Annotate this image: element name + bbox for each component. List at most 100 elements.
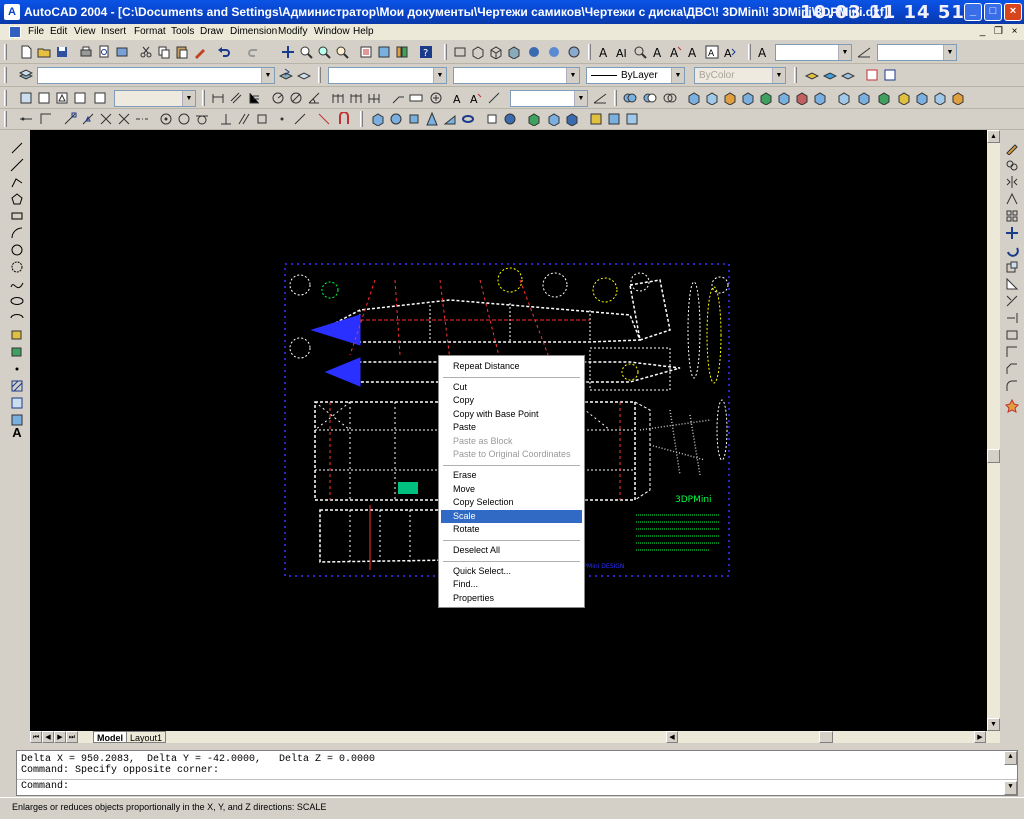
viewport-clip-icon[interactable] (92, 90, 108, 106)
apparent-intersection-icon[interactable] (116, 111, 132, 127)
cut-icon[interactable] (138, 44, 154, 60)
offset-icon[interactable] (1004, 191, 1020, 207)
trim-icon[interactable] (1004, 293, 1020, 309)
text-style-combo[interactable]: ▼ (775, 44, 852, 61)
3d-section-icon[interactable] (546, 111, 562, 127)
revision-cloud-icon[interactable] (9, 259, 25, 275)
aligned-dim-icon[interactable] (228, 90, 244, 106)
polygon-icon[interactable] (9, 191, 25, 207)
intersect-icon[interactable] (662, 90, 678, 106)
toolbar-grip[interactable] (202, 90, 205, 106)
minimize-button[interactable]: _ (964, 3, 982, 21)
toolbar-grip[interactable] (444, 44, 447, 60)
perpendicular-icon[interactable] (218, 111, 234, 127)
endpoint-icon[interactable] (62, 111, 78, 127)
color-combo[interactable]: ▼ (328, 67, 447, 84)
close-button[interactable]: × (1004, 3, 1022, 21)
zoom-previous-icon[interactable] (334, 44, 350, 60)
menu-item-repeat-distance[interactable]: Repeat Distance (441, 360, 582, 373)
quick-dim-icon[interactable] (330, 90, 346, 106)
3d-torus-icon[interactable] (460, 111, 476, 127)
angular-dim-icon[interactable] (306, 90, 322, 106)
none-snap-icon[interactable] (316, 111, 332, 127)
multiline-text-icon[interactable]: A (9, 424, 25, 440)
midpoint-icon[interactable] (80, 111, 96, 127)
layer-tool-2-icon[interactable] (822, 67, 838, 83)
menu-item-deselect-all[interactable]: Deselect All (441, 544, 582, 557)
nearest-icon[interactable] (292, 111, 308, 127)
3d-slice-icon[interactable] (526, 111, 542, 127)
toolbar-grip[interactable] (360, 111, 363, 127)
text-icon[interactable]: A (596, 44, 612, 60)
center-snap-icon[interactable] (158, 111, 174, 127)
point-icon[interactable] (9, 361, 25, 377)
insert-block-icon[interactable] (9, 327, 25, 343)
parallel-icon[interactable] (236, 111, 252, 127)
layer-tool-1-icon[interactable] (804, 67, 820, 83)
menu-dimension[interactable]: Dimension (230, 26, 277, 37)
solid-edit-13-icon[interactable] (914, 90, 930, 106)
chevron-down-icon[interactable]: ▼ (671, 68, 684, 83)
toolbar-grip[interactable] (318, 67, 321, 83)
solid-edit-4-icon[interactable] (740, 90, 756, 106)
rectangle-icon[interactable] (9, 208, 25, 224)
solid-edit-11-icon[interactable] (876, 90, 892, 106)
menu-item-paste[interactable]: Paste (441, 421, 582, 434)
named-views-icon[interactable] (452, 44, 468, 60)
diameter-dim-icon[interactable] (288, 90, 304, 106)
command-window[interactable]: Delta X = 950.2083, Delta Y = -42.0000, … (16, 750, 1018, 796)
menu-item-erase[interactable]: Erase (441, 469, 582, 482)
flat-shade-icon[interactable] (526, 44, 542, 60)
paste-icon[interactable] (174, 44, 190, 60)
union-icon[interactable] (622, 90, 638, 106)
rotate-icon[interactable] (1004, 242, 1020, 258)
scroll-down-button[interactable]: ▼ (987, 718, 1000, 731)
ellipse-arc-icon[interactable] (9, 310, 25, 326)
text-style-manager-icon[interactable]: A (756, 44, 772, 60)
command-scroll-down[interactable]: ▼ (1004, 781, 1017, 795)
menu-item-move[interactable]: Move (441, 483, 582, 496)
tool-palettes-icon[interactable] (394, 44, 410, 60)
solid-edit-7-icon[interactable] (794, 90, 810, 106)
node-icon[interactable] (274, 111, 290, 127)
doc-restore-button[interactable]: ❐ (992, 26, 1005, 38)
box-icon[interactable] (470, 44, 486, 60)
insert-snap-icon[interactable] (254, 111, 270, 127)
3d-cone-icon[interactable] (424, 111, 440, 127)
layer-tool-4-icon[interactable] (864, 67, 880, 83)
layer-manager-icon[interactable] (18, 67, 34, 83)
viewport-single-icon[interactable] (36, 90, 52, 106)
3d-wedge-icon[interactable] (442, 111, 458, 127)
solid-edit-9-icon[interactable] (836, 90, 852, 106)
dimension-style-icon[interactable] (592, 90, 608, 106)
3d-sphere-icon[interactable] (388, 111, 404, 127)
dim-update-icon[interactable] (486, 90, 502, 106)
chevron-down-icon[interactable]: ▼ (261, 68, 274, 83)
make-block-icon[interactable] (9, 344, 25, 360)
mirror-icon[interactable] (1004, 174, 1020, 190)
scale-icon[interactable] (1004, 259, 1020, 275)
extend-icon[interactable] (1004, 310, 1020, 326)
erase-icon[interactable] (1004, 140, 1020, 156)
vertical-scroll-thumb[interactable] (987, 449, 1000, 463)
linear-dim-icon[interactable] (210, 90, 226, 106)
menu-view[interactable]: View (74, 26, 96, 37)
viewport-object-icon[interactable] (72, 90, 88, 106)
menu-item-properties[interactable]: Properties (441, 592, 582, 605)
join-icon[interactable] (1004, 344, 1020, 360)
solid-edit-8-icon[interactable] (812, 90, 828, 106)
3d-interfere-icon[interactable] (564, 111, 580, 127)
chevron-down-icon[interactable]: ▼ (433, 68, 446, 83)
toolbar-grip[interactable] (4, 67, 7, 83)
solid-edit-14-icon[interactable] (932, 90, 948, 106)
intersection-icon[interactable] (98, 111, 114, 127)
dim-style-icon[interactable] (856, 44, 872, 60)
line-icon[interactable] (9, 140, 25, 156)
dim-style-current-combo[interactable]: ▼ (510, 90, 588, 107)
spline-icon[interactable] (9, 276, 25, 292)
tangent-icon[interactable] (194, 111, 210, 127)
layer-combo[interactable]: ▼ (37, 67, 275, 84)
menu-tools[interactable]: Tools (171, 26, 194, 37)
layer-previous-icon[interactable] (296, 67, 312, 83)
3d-box-icon[interactable] (370, 111, 386, 127)
